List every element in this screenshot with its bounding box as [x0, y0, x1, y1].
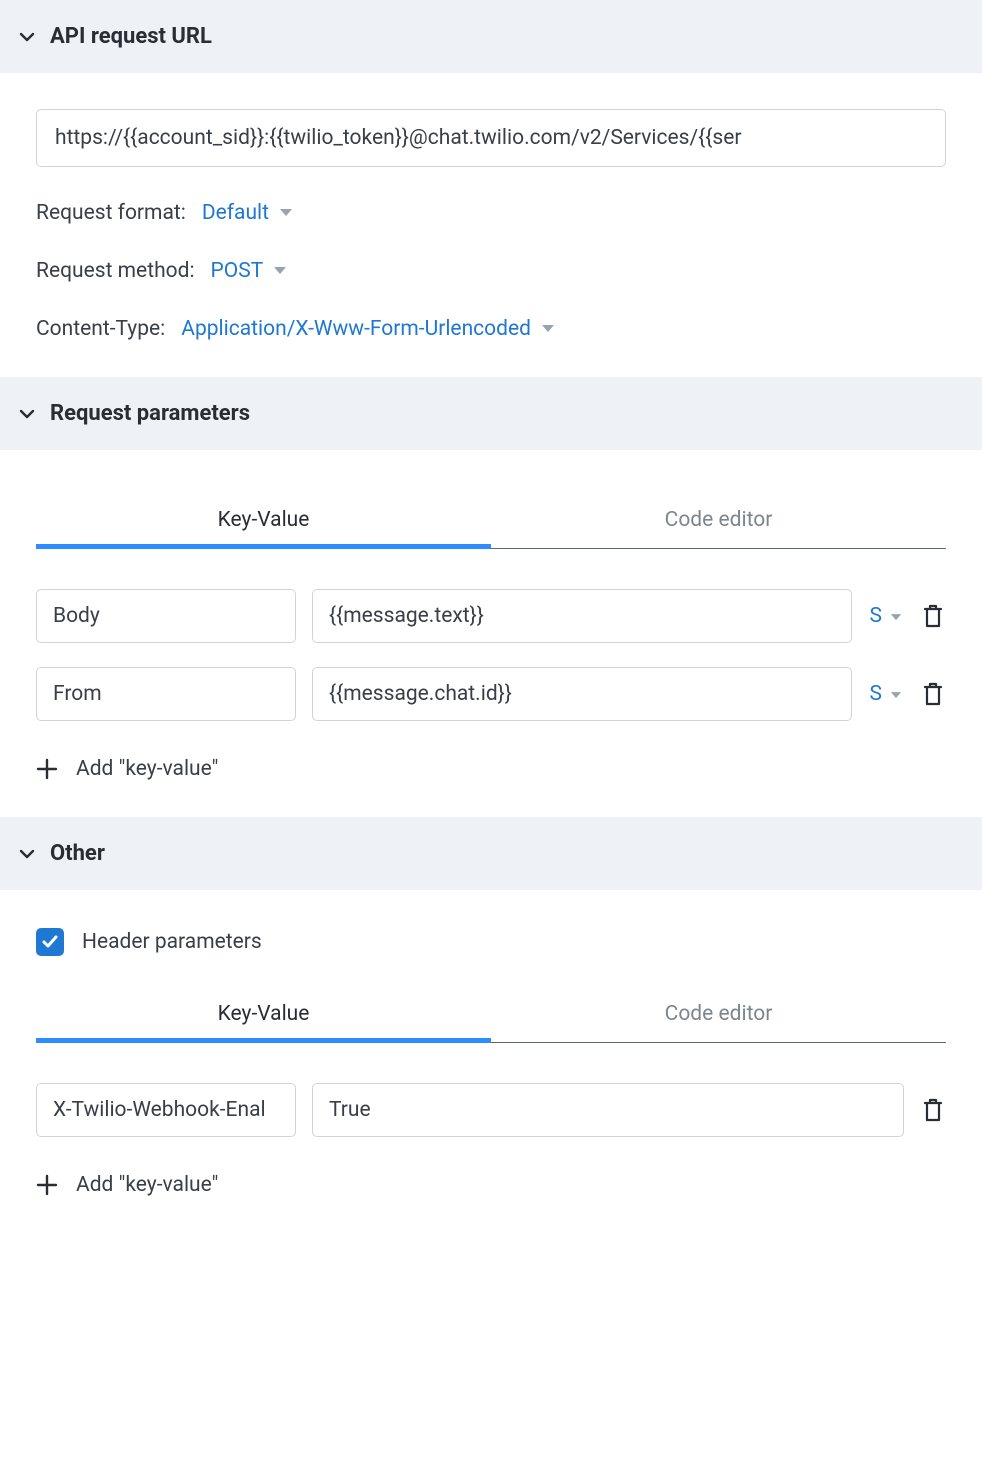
header-params-label: Header parameters [82, 930, 262, 954]
add-header-key-value-button[interactable]: Add "key-value" [36, 1173, 946, 1197]
section-body-request-params: Key-Value Code editor S S [0, 450, 982, 817]
param-row: S [36, 589, 946, 643]
tab-code-editor[interactable]: Code editor [491, 984, 946, 1042]
caret-down-icon [279, 208, 293, 218]
delete-row-button[interactable] [920, 680, 946, 708]
params-kv-rows: S S [36, 589, 946, 721]
headers-kv-rows [36, 1083, 946, 1137]
section-header-api-url[interactable]: API request URL [0, 0, 982, 73]
section-title-request-params: Request parameters [50, 401, 250, 426]
caret-down-icon [890, 604, 902, 628]
param-row: S [36, 667, 946, 721]
content-type-dropdown[interactable]: Application/X-Www-Form-Urlencoded [181, 317, 555, 341]
caret-down-icon [273, 266, 287, 276]
api-url-input[interactable] [36, 109, 946, 167]
param-value-input[interactable] [312, 589, 852, 643]
tab-key-value[interactable]: Key-Value [36, 490, 491, 548]
request-format-row: Request format: Default [36, 201, 946, 225]
param-type-value: S [870, 604, 882, 628]
header-key-input[interactable] [36, 1083, 296, 1137]
headers-tabs: Key-Value Code editor [36, 984, 946, 1043]
request-method-dropdown[interactable]: POST [211, 259, 288, 283]
tab-code-editor[interactable]: Code editor [491, 490, 946, 548]
request-format-value: Default [202, 201, 269, 225]
add-header-key-value-label: Add "key-value" [76, 1173, 218, 1197]
section-body-api-url: Request format: Default Request method: … [0, 73, 982, 377]
caret-down-icon [541, 324, 555, 334]
request-method-value: POST [211, 259, 264, 283]
param-key-input[interactable] [36, 589, 296, 643]
chevron-down-icon [18, 845, 36, 863]
add-key-value-label: Add "key-value" [76, 757, 218, 781]
section-body-other: Header parameters Key-Value Code editor … [0, 890, 982, 1233]
param-type-dropdown[interactable]: S [868, 604, 904, 628]
param-type-value: S [870, 682, 882, 706]
delete-row-button[interactable] [920, 1096, 946, 1124]
add-key-value-button[interactable]: Add "key-value" [36, 757, 946, 781]
delete-row-button[interactable] [920, 602, 946, 630]
header-params-checkbox[interactable] [36, 928, 64, 956]
tab-key-value[interactable]: Key-Value [36, 984, 491, 1042]
content-type-row: Content-Type: Application/X-Www-Form-Url… [36, 317, 946, 341]
param-type-dropdown[interactable]: S [868, 682, 904, 706]
content-type-value: Application/X-Www-Form-Urlencoded [181, 317, 531, 341]
header-row [36, 1083, 946, 1137]
caret-down-icon [890, 682, 902, 706]
request-method-label: Request method: [36, 259, 195, 283]
plus-icon [36, 758, 58, 780]
params-tabs: Key-Value Code editor [36, 490, 946, 549]
section-header-request-params[interactable]: Request parameters [0, 377, 982, 450]
param-value-input[interactable] [312, 667, 852, 721]
request-format-dropdown[interactable]: Default [202, 201, 293, 225]
content-type-label: Content-Type: [36, 317, 165, 341]
chevron-down-icon [18, 405, 36, 423]
header-params-toggle-row: Header parameters [36, 928, 946, 956]
plus-icon [36, 1174, 58, 1196]
param-key-input[interactable] [36, 667, 296, 721]
request-method-row: Request method: POST [36, 259, 946, 283]
section-header-other[interactable]: Other [0, 817, 982, 890]
section-title-other: Other [50, 841, 105, 866]
section-title-api-url: API request URL [50, 24, 212, 49]
request-format-label: Request format: [36, 201, 186, 225]
header-value-input[interactable] [312, 1083, 904, 1137]
chevron-down-icon [18, 28, 36, 46]
